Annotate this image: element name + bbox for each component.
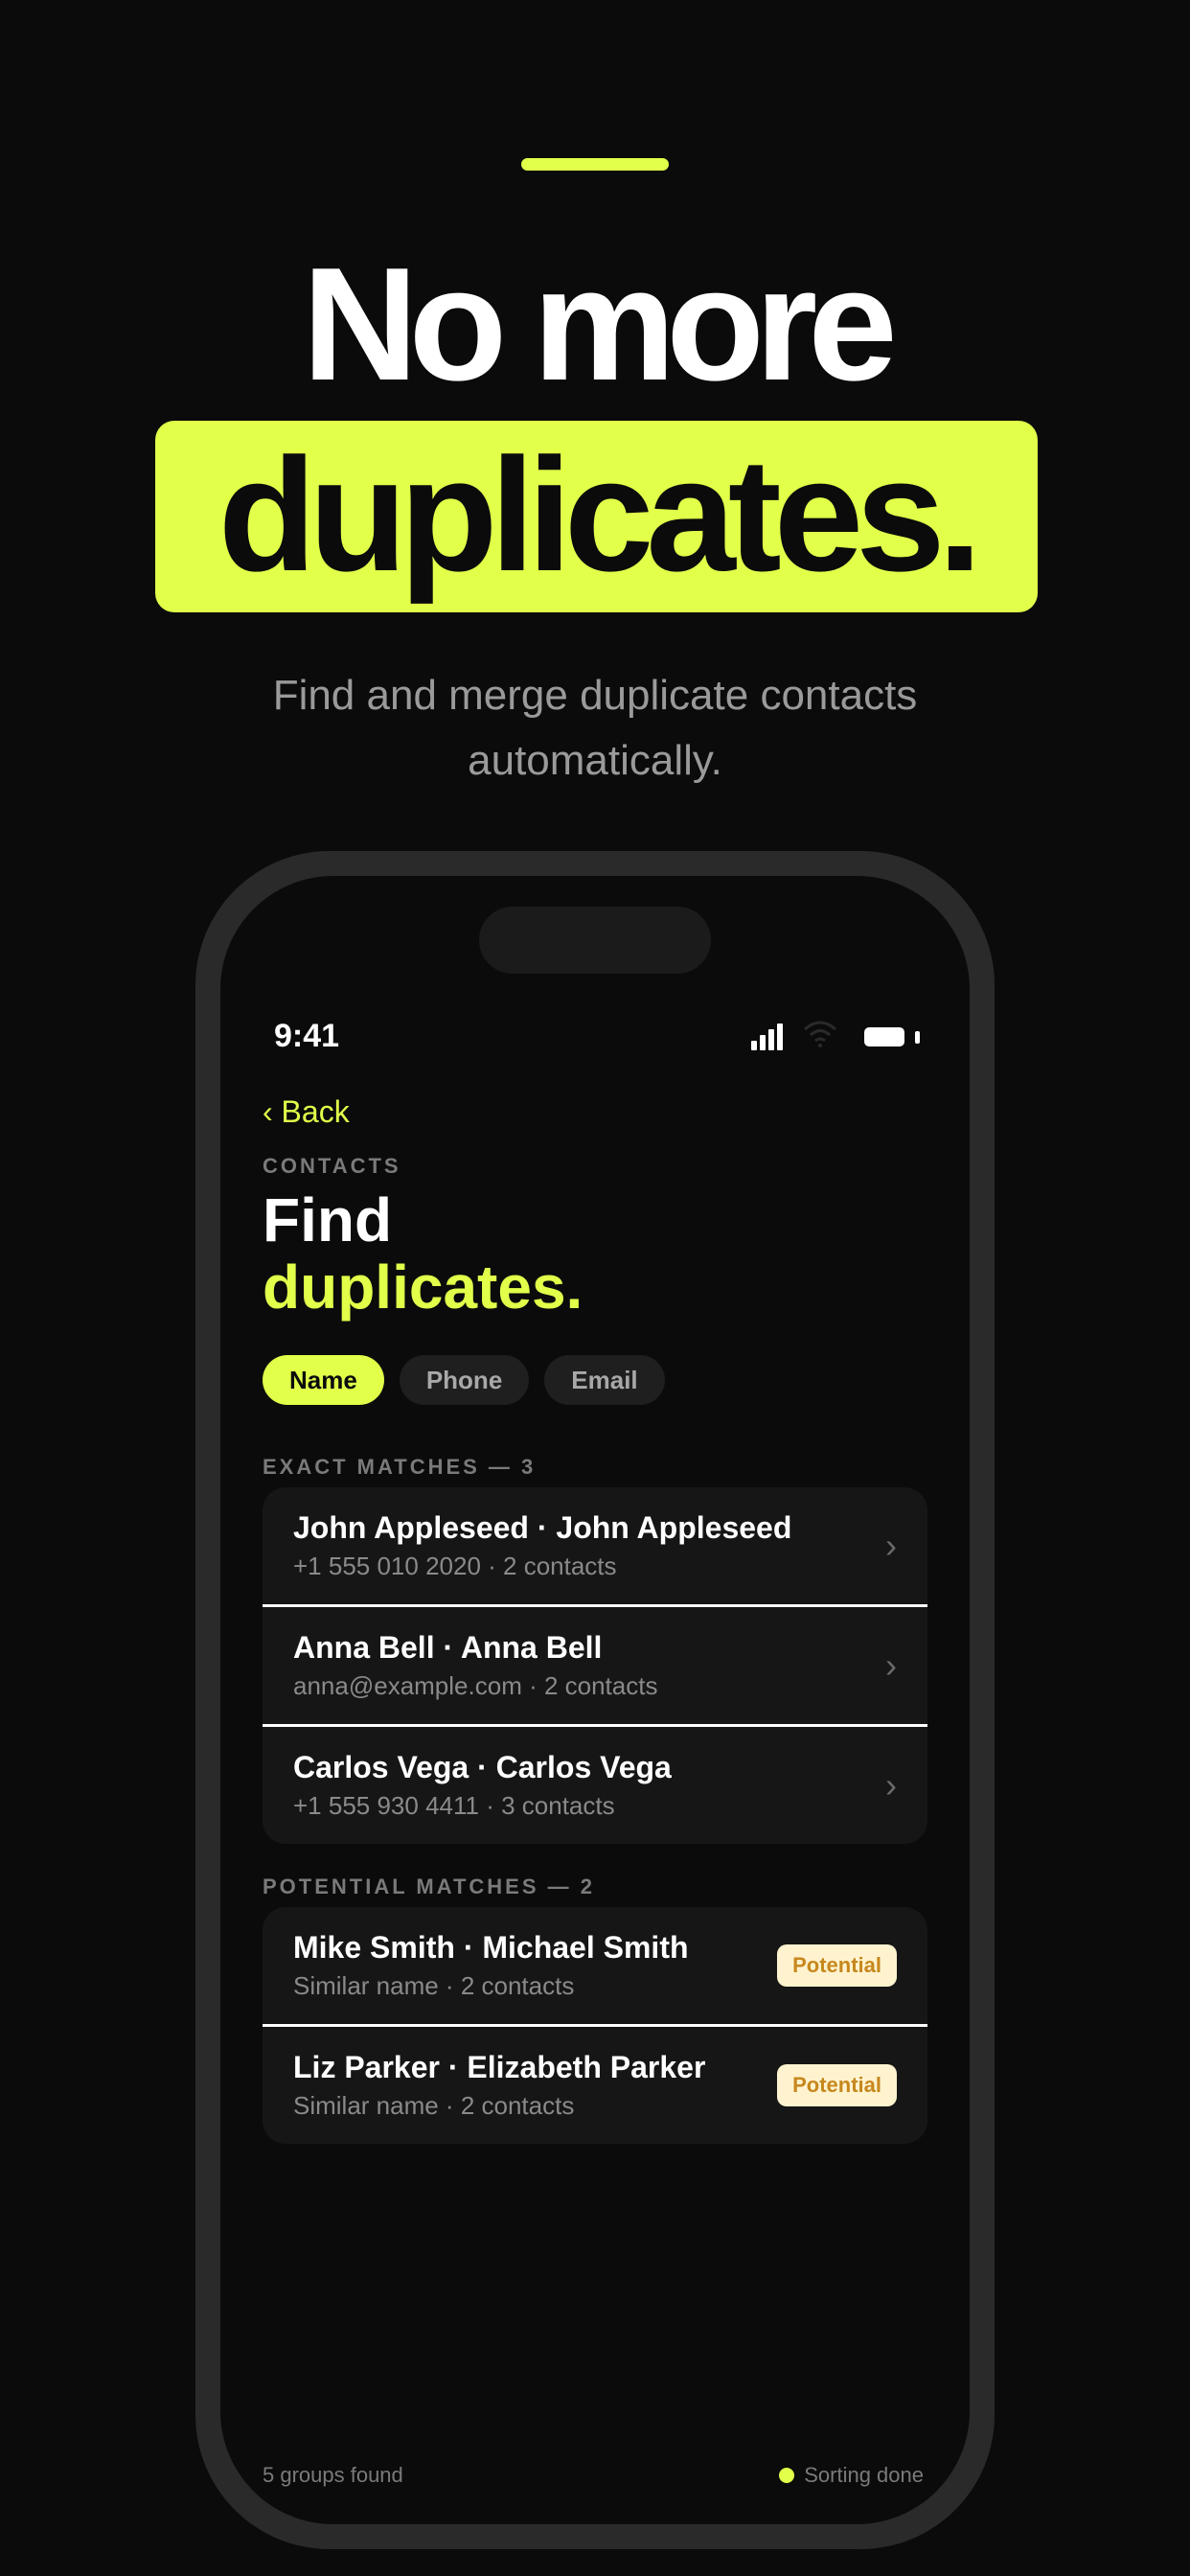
headline-highlight-box: duplicates. [155, 421, 1038, 612]
list-item-title: Liz Parker · Elizabeth Parker [293, 2050, 706, 2084]
page-title-line-1: Find [263, 1185, 393, 1254]
filter-tabs: Name Phone Email [263, 1355, 665, 1405]
list-item-title: John Appleseed · John Appleseed [293, 1510, 792, 1545]
list-item-subtitle: Similar name · 2 contacts [293, 1971, 575, 2000]
phone-frame: 9:41 ‹ Back CONTACTS Find duplicates. Na… [195, 851, 995, 2549]
phone-screen: 9:41 ‹ Back CONTACTS Find duplicates. Na… [220, 876, 970, 2524]
battery-tip [915, 1031, 920, 1044]
accent-bar [521, 158, 669, 171]
potential-matches-label: POTENTIAL MATCHES — 2 [263, 1874, 595, 1898]
potential-badge: Potential [777, 2064, 897, 2106]
groups-found-text: 5 groups found [263, 2463, 403, 2487]
list-item[interactable]: Liz Parker · Elizabeth Parker Similar na… [263, 2024, 927, 2144]
tab-phone[interactable]: Phone [399, 1355, 530, 1405]
tab-email[interactable]: Email [544, 1355, 665, 1405]
battery-icon [864, 1027, 904, 1046]
headline-line-2: duplicates. [217, 425, 983, 605]
exact-matches-label: EXACT MATCHES — 3 [263, 1455, 537, 1479]
list-item-text: Carlos Vega · Carlos Vega +1 555 930 441… [293, 1750, 672, 1821]
list-item-title: Mike Smith · Michael Smith [293, 1930, 689, 1965]
section-kicker: CONTACTS [263, 1154, 401, 1178]
chevron-right-icon: › [885, 1765, 897, 1805]
sorting-status: Sorting done [779, 2463, 924, 2488]
list-item-title: Carlos Vega · Carlos Vega [293, 1750, 672, 1784]
headline-line-1: No more [302, 234, 897, 414]
wifi-icon [804, 1021, 836, 1047]
list-item-subtitle: +1 555 010 2020 · 2 contacts [293, 1552, 617, 1580]
dynamic-island [479, 907, 711, 974]
list-item[interactable]: John Appleseed · John Appleseed +1 555 0… [263, 1487, 927, 1604]
tab-name[interactable]: Name [263, 1355, 384, 1405]
exact-matches-card: John Appleseed · John Appleseed +1 555 0… [263, 1487, 927, 1844]
list-item[interactable]: Mike Smith · Michael Smith Similar name … [263, 1907, 927, 2024]
potential-badge: Potential [777, 1944, 897, 1987]
list-item[interactable]: Anna Bell · Anna Bell anna@example.com ·… [263, 1604, 927, 1724]
cellular-signal-icon [751, 1024, 784, 1050]
list-item-text: Liz Parker · Elizabeth Parker Similar na… [293, 2050, 705, 2121]
sorting-status-text: Sorting done [804, 2463, 924, 2487]
status-time: 9:41 [274, 1018, 340, 1054]
chevron-right-icon: › [885, 1645, 897, 1685]
list-item-text: Mike Smith · Michael Smith Similar name … [293, 1930, 689, 2001]
list-item-text: John Appleseed · John Appleseed +1 555 0… [293, 1510, 791, 1581]
marketing-subtitle: Find and merge duplicate contacts automa… [272, 672, 918, 784]
list-item[interactable]: Carlos Vega · Carlos Vega +1 555 930 441… [263, 1724, 927, 1844]
list-item-subtitle: anna@example.com · 2 contacts [293, 1671, 658, 1700]
list-item-title: Anna Bell · Anna Bell [293, 1630, 603, 1665]
list-item-text: Anna Bell · Anna Bell anna@example.com ·… [293, 1630, 657, 1701]
list-item-subtitle: Similar name · 2 contacts [293, 2091, 575, 2120]
list-item-subtitle: +1 555 930 4411 · 3 contacts [293, 1791, 615, 1820]
status-dot-icon [779, 2468, 795, 2483]
page-title-line-2: duplicates. [263, 1253, 584, 1322]
chevron-right-icon: › [885, 1526, 897, 1565]
back-button[interactable]: ‹ Back [263, 1094, 350, 1130]
potential-matches-card: Mike Smith · Michael Smith Similar name … [263, 1907, 927, 2144]
